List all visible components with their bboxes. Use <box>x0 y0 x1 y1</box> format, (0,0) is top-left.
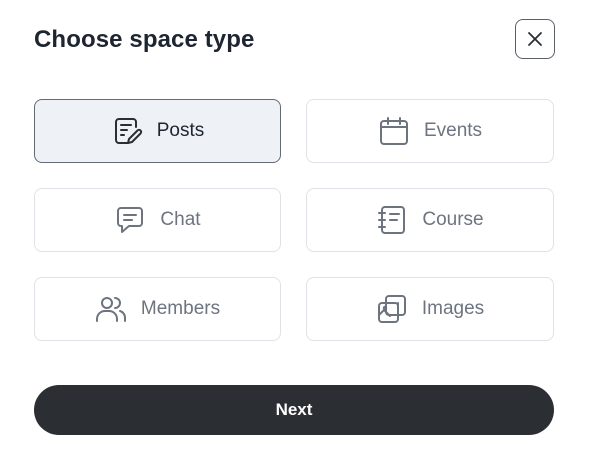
option-images-label: Images <box>421 298 485 319</box>
option-posts-label: Posts <box>156 120 205 141</box>
choose-space-type-modal: Choose space type Posts Events Chat Cour… <box>0 0 594 456</box>
option-members[interactable]: Members <box>34 277 281 341</box>
modal-title: Choose space type <box>34 26 255 53</box>
option-members-label: Members <box>140 298 221 319</box>
option-chat[interactable]: Chat <box>34 188 281 252</box>
option-events-label: Events <box>423 120 483 141</box>
members-icon <box>95 293 127 325</box>
space-type-options: Posts Events Chat Course Members Images <box>34 99 554 341</box>
option-course[interactable]: Course <box>306 188 554 252</box>
close-button[interactable] <box>515 19 555 59</box>
posts-icon <box>111 115 143 147</box>
course-icon <box>376 204 408 236</box>
calendar-icon <box>378 115 410 147</box>
option-posts[interactable]: Posts <box>34 99 281 163</box>
option-course-label: Course <box>422 209 484 230</box>
option-images[interactable]: Images <box>306 277 554 341</box>
option-events[interactable]: Events <box>306 99 554 163</box>
images-icon <box>376 293 408 325</box>
chat-icon <box>114 204 146 236</box>
option-chat-label: Chat <box>160 209 201 230</box>
close-icon <box>526 30 544 48</box>
next-button[interactable]: Next <box>34 385 554 435</box>
